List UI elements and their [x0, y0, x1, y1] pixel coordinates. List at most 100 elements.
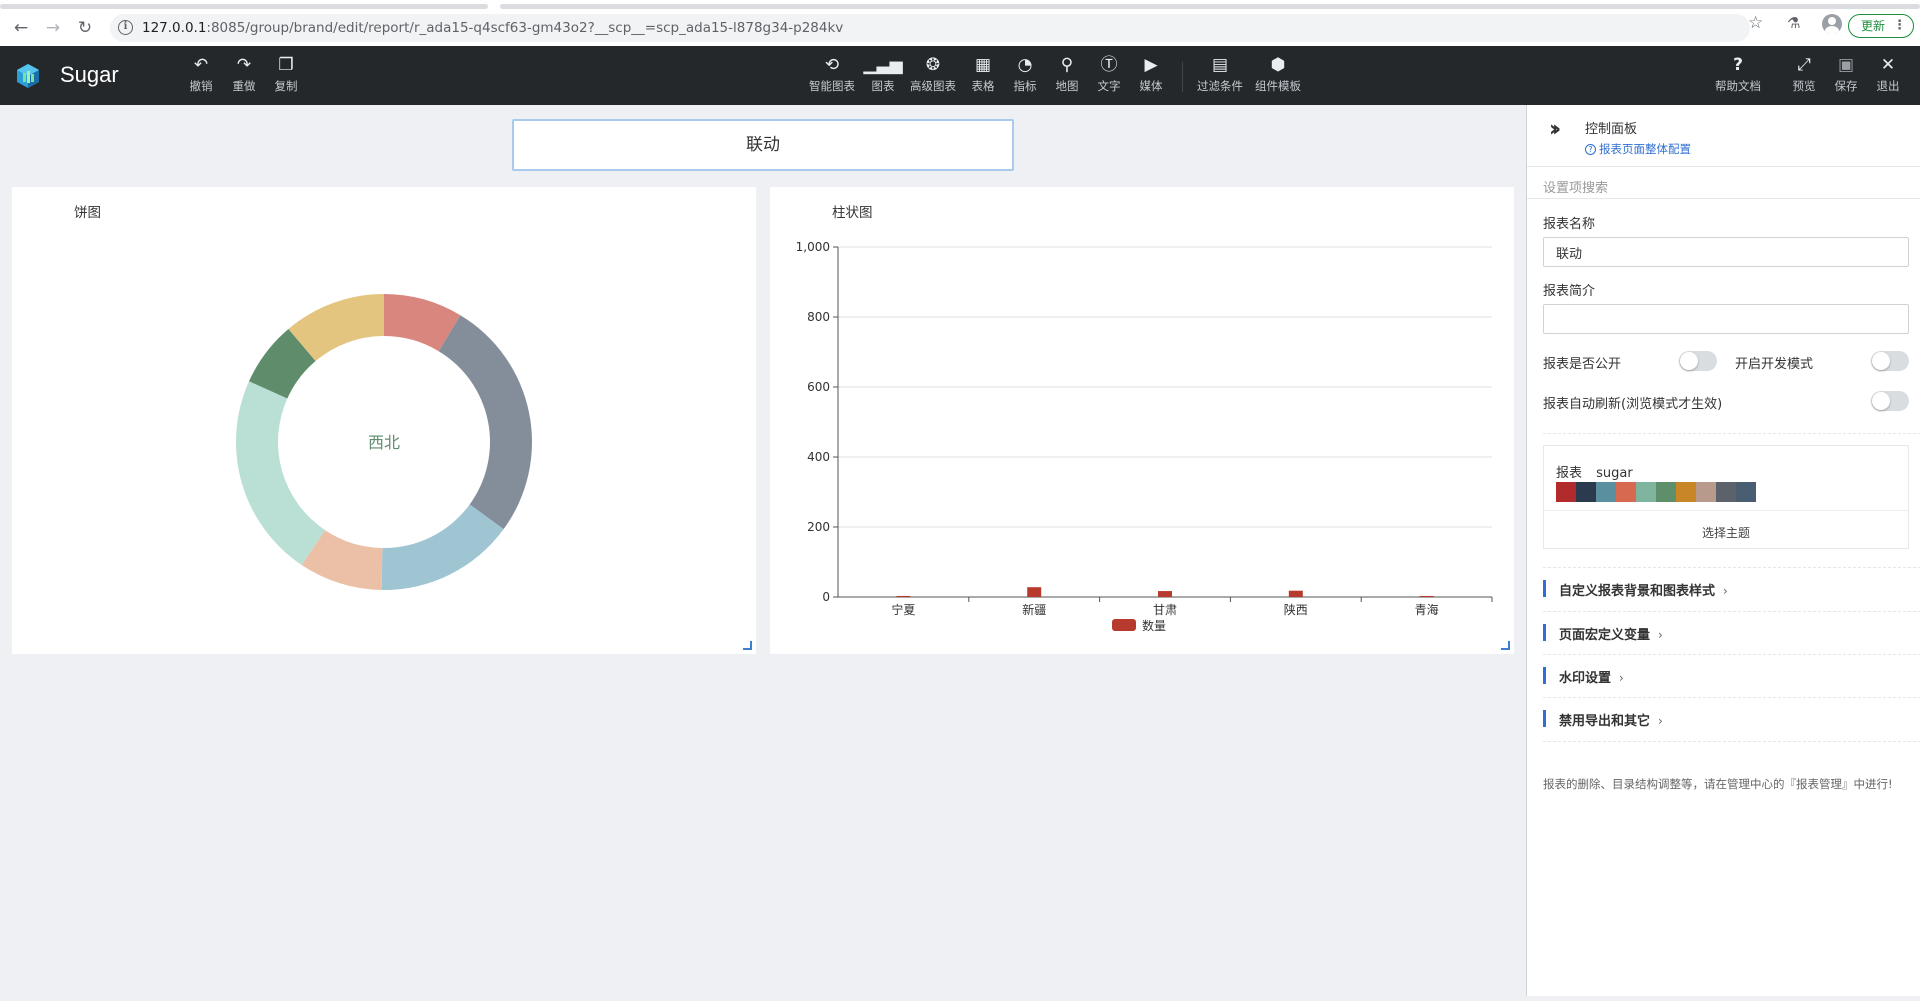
bar-新疆[interactable] — [1027, 587, 1042, 597]
theme-swatch — [1696, 482, 1716, 502]
app-toolbar: Sugar ↶ 撤销 ↷ 重做 ❐ 复制 ⟲ 智能图表 ▁▃▅ 图表 ❂ 高级图… — [0, 46, 1920, 105]
report-intro-label: 报表简介 — [1543, 284, 1596, 299]
media-icon: ▶ — [1144, 55, 1158, 75]
settings-search-input[interactable]: 设置项搜索 — [1527, 167, 1920, 199]
section-accent — [1543, 580, 1546, 597]
help-button[interactable]: ? 帮助文档 — [1713, 54, 1763, 94]
report-title[interactable]: 联动 — [512, 119, 1014, 171]
smart-chart-icon: ⟲ — [824, 55, 840, 75]
smart-chart-button[interactable]: ⟲ 智能图表 — [807, 54, 857, 94]
section-watermark[interactable]: 水印设置 › — [1543, 665, 1909, 686]
section-label: 页面宏定义变量 — [1559, 628, 1651, 643]
section-macro-variables[interactable]: 页面宏定义变量 › — [1543, 622, 1909, 643]
x-tick-label: 新疆 — [1022, 602, 1046, 617]
dev-mode-toggle[interactable] — [1871, 351, 1909, 371]
forward-arrow-icon[interactable]: → — [42, 17, 64, 39]
theme-name: 报表 sugar — [1556, 462, 1633, 481]
copy-icon: ❐ — [278, 55, 294, 75]
y-tick-label: 800 — [807, 310, 830, 324]
smart-chart-label: 智能图表 — [809, 79, 855, 93]
theme-swatch — [1636, 482, 1656, 502]
bar-甘肃[interactable] — [1158, 591, 1172, 597]
section-label: 自定义报表背景和图表样式 — [1559, 584, 1716, 599]
back-arrow-icon[interactable]: ← — [10, 17, 32, 39]
theme-swatch — [1676, 482, 1696, 502]
media-button[interactable]: ▶ 媒体 — [1126, 54, 1176, 94]
component-template-label: 组件模板 — [1255, 79, 1301, 93]
legend-label[interactable]: 数量 — [1142, 618, 1166, 633]
bookmark-star-icon[interactable]: ☆ — [1748, 13, 1763, 33]
chart-button[interactable]: ▁▃▅ 图表 — [858, 54, 908, 94]
chevron-right-icon: › — [1658, 628, 1663, 642]
theme-swatch — [1716, 482, 1736, 502]
advanced-chart-icon: ❂ — [925, 55, 941, 75]
choose-theme-button[interactable]: 选择主题 — [1544, 524, 1908, 541]
browser-toolbar: ← → ↻ i 127.0.0.1:8085/group/brand/edit/… — [0, 10, 1920, 46]
browser-update-button[interactable]: 更新 ⋮ — [1848, 14, 1914, 38]
collapse-panel-icon[interactable]: ›› — [1549, 117, 1561, 142]
divider — [1543, 567, 1920, 568]
theme-box: 报表 sugar 选择主题 — [1543, 445, 1909, 549]
panel-footnote: 报表的删除、目录结构调整等，请在管理中心的『报表管理』中进行! — [1543, 777, 1893, 791]
browser-menu-icon[interactable]: ⋮ — [1893, 15, 1906, 37]
bar-陕西[interactable] — [1288, 590, 1303, 597]
resize-handle-icon[interactable] — [743, 641, 752, 650]
browser-tab[interactable] — [0, 4, 488, 9]
url-text: 127.0.0.1:8085/group/brand/edit/report/r… — [142, 20, 843, 36]
profile-avatar-icon[interactable] — [1822, 14, 1842, 34]
reload-icon[interactable]: ↻ — [74, 17, 96, 39]
report-name-field[interactable] — [1543, 237, 1909, 267]
labs-flask-icon[interactable]: ⚗ — [1787, 14, 1800, 32]
site-info-icon[interactable]: i — [118, 20, 133, 35]
copy-button[interactable]: ❐ 复制 — [261, 54, 311, 94]
page-config-label: 报表页面整体配置 — [1599, 142, 1691, 156]
help-circle-icon: ? — [1585, 144, 1596, 155]
section-label: 水印设置 — [1559, 671, 1612, 686]
browser-tab[interactable] — [500, 4, 1920, 9]
x-tick-label: 宁夏 — [891, 602, 915, 617]
report-intro-field[interactable] — [1543, 304, 1909, 334]
filter-calendar-icon: ▤ — [1211, 55, 1229, 75]
filter-button[interactable]: ▤ 过滤条件 — [1194, 54, 1246, 94]
bar-青海[interactable] — [1419, 595, 1434, 597]
divider — [1543, 654, 1920, 655]
legend-swatch[interactable] — [1112, 619, 1136, 631]
component-template-button[interactable]: ⬢ 组件模板 — [1252, 54, 1304, 94]
chevron-right-icon: › — [1619, 671, 1624, 685]
dev-mode-label: 开启开发模式 — [1735, 357, 1814, 372]
pie-chart-card[interactable]: 饼图 西北 — [12, 187, 756, 654]
copy-label: 复制 — [274, 79, 298, 93]
auto-refresh-toggle[interactable] — [1871, 391, 1909, 411]
divider — [1543, 611, 1920, 612]
bar-chart-card[interactable]: 柱状图 0 200 400 600 800 1,000 宁夏 新疆 甘肃 陕西 青海 数量 — [770, 187, 1514, 654]
chevron-right-icon: › — [1658, 714, 1663, 728]
resize-handle-icon[interactable] — [1501, 641, 1510, 650]
report-public-toggle[interactable] — [1679, 351, 1717, 371]
theme-name-value: sugar — [1596, 466, 1633, 481]
exit-button[interactable]: ✕ 退出 — [1863, 54, 1913, 94]
chevron-right-icon: › — [1723, 584, 1728, 598]
theme-prefix: 报表 — [1556, 466, 1583, 481]
report-name-label: 报表名称 — [1543, 217, 1596, 232]
theme-swatch — [1656, 482, 1676, 502]
bar-宁夏[interactable] — [896, 595, 911, 597]
x-tick-label: 甘肃 — [1153, 603, 1177, 617]
section-custom-style[interactable]: 自定义报表背景和图表样式 › — [1543, 578, 1909, 599]
x-tick-label: 陕西 — [1284, 602, 1308, 617]
url-path: :8085/group/brand/edit/report/r_ada15-q4… — [206, 20, 844, 36]
filter-label: 过滤条件 — [1197, 79, 1243, 93]
pie-slice-4[interactable] — [236, 381, 326, 565]
sugar-logo-icon — [17, 64, 39, 88]
pie-slice-1[interactable] — [438, 315, 533, 530]
advanced-chart-button[interactable]: ❂ 高级图表 — [908, 54, 958, 94]
update-label: 更新 — [1861, 19, 1886, 33]
pie-slice-2[interactable] — [381, 504, 504, 590]
address-bar[interactable]: i 127.0.0.1:8085/group/brand/edit/report… — [110, 14, 1750, 42]
page-config-link[interactable]: ? 报表页面整体配置 — [1585, 141, 1691, 157]
section-disable-export[interactable]: 禁用导出和其它 › — [1543, 708, 1909, 729]
pie-center-label: 西北 — [368, 433, 400, 452]
section-accent — [1543, 710, 1546, 727]
divider — [1543, 433, 1920, 434]
help-label: 帮助文档 — [1715, 79, 1761, 93]
theme-swatch — [1556, 482, 1576, 502]
